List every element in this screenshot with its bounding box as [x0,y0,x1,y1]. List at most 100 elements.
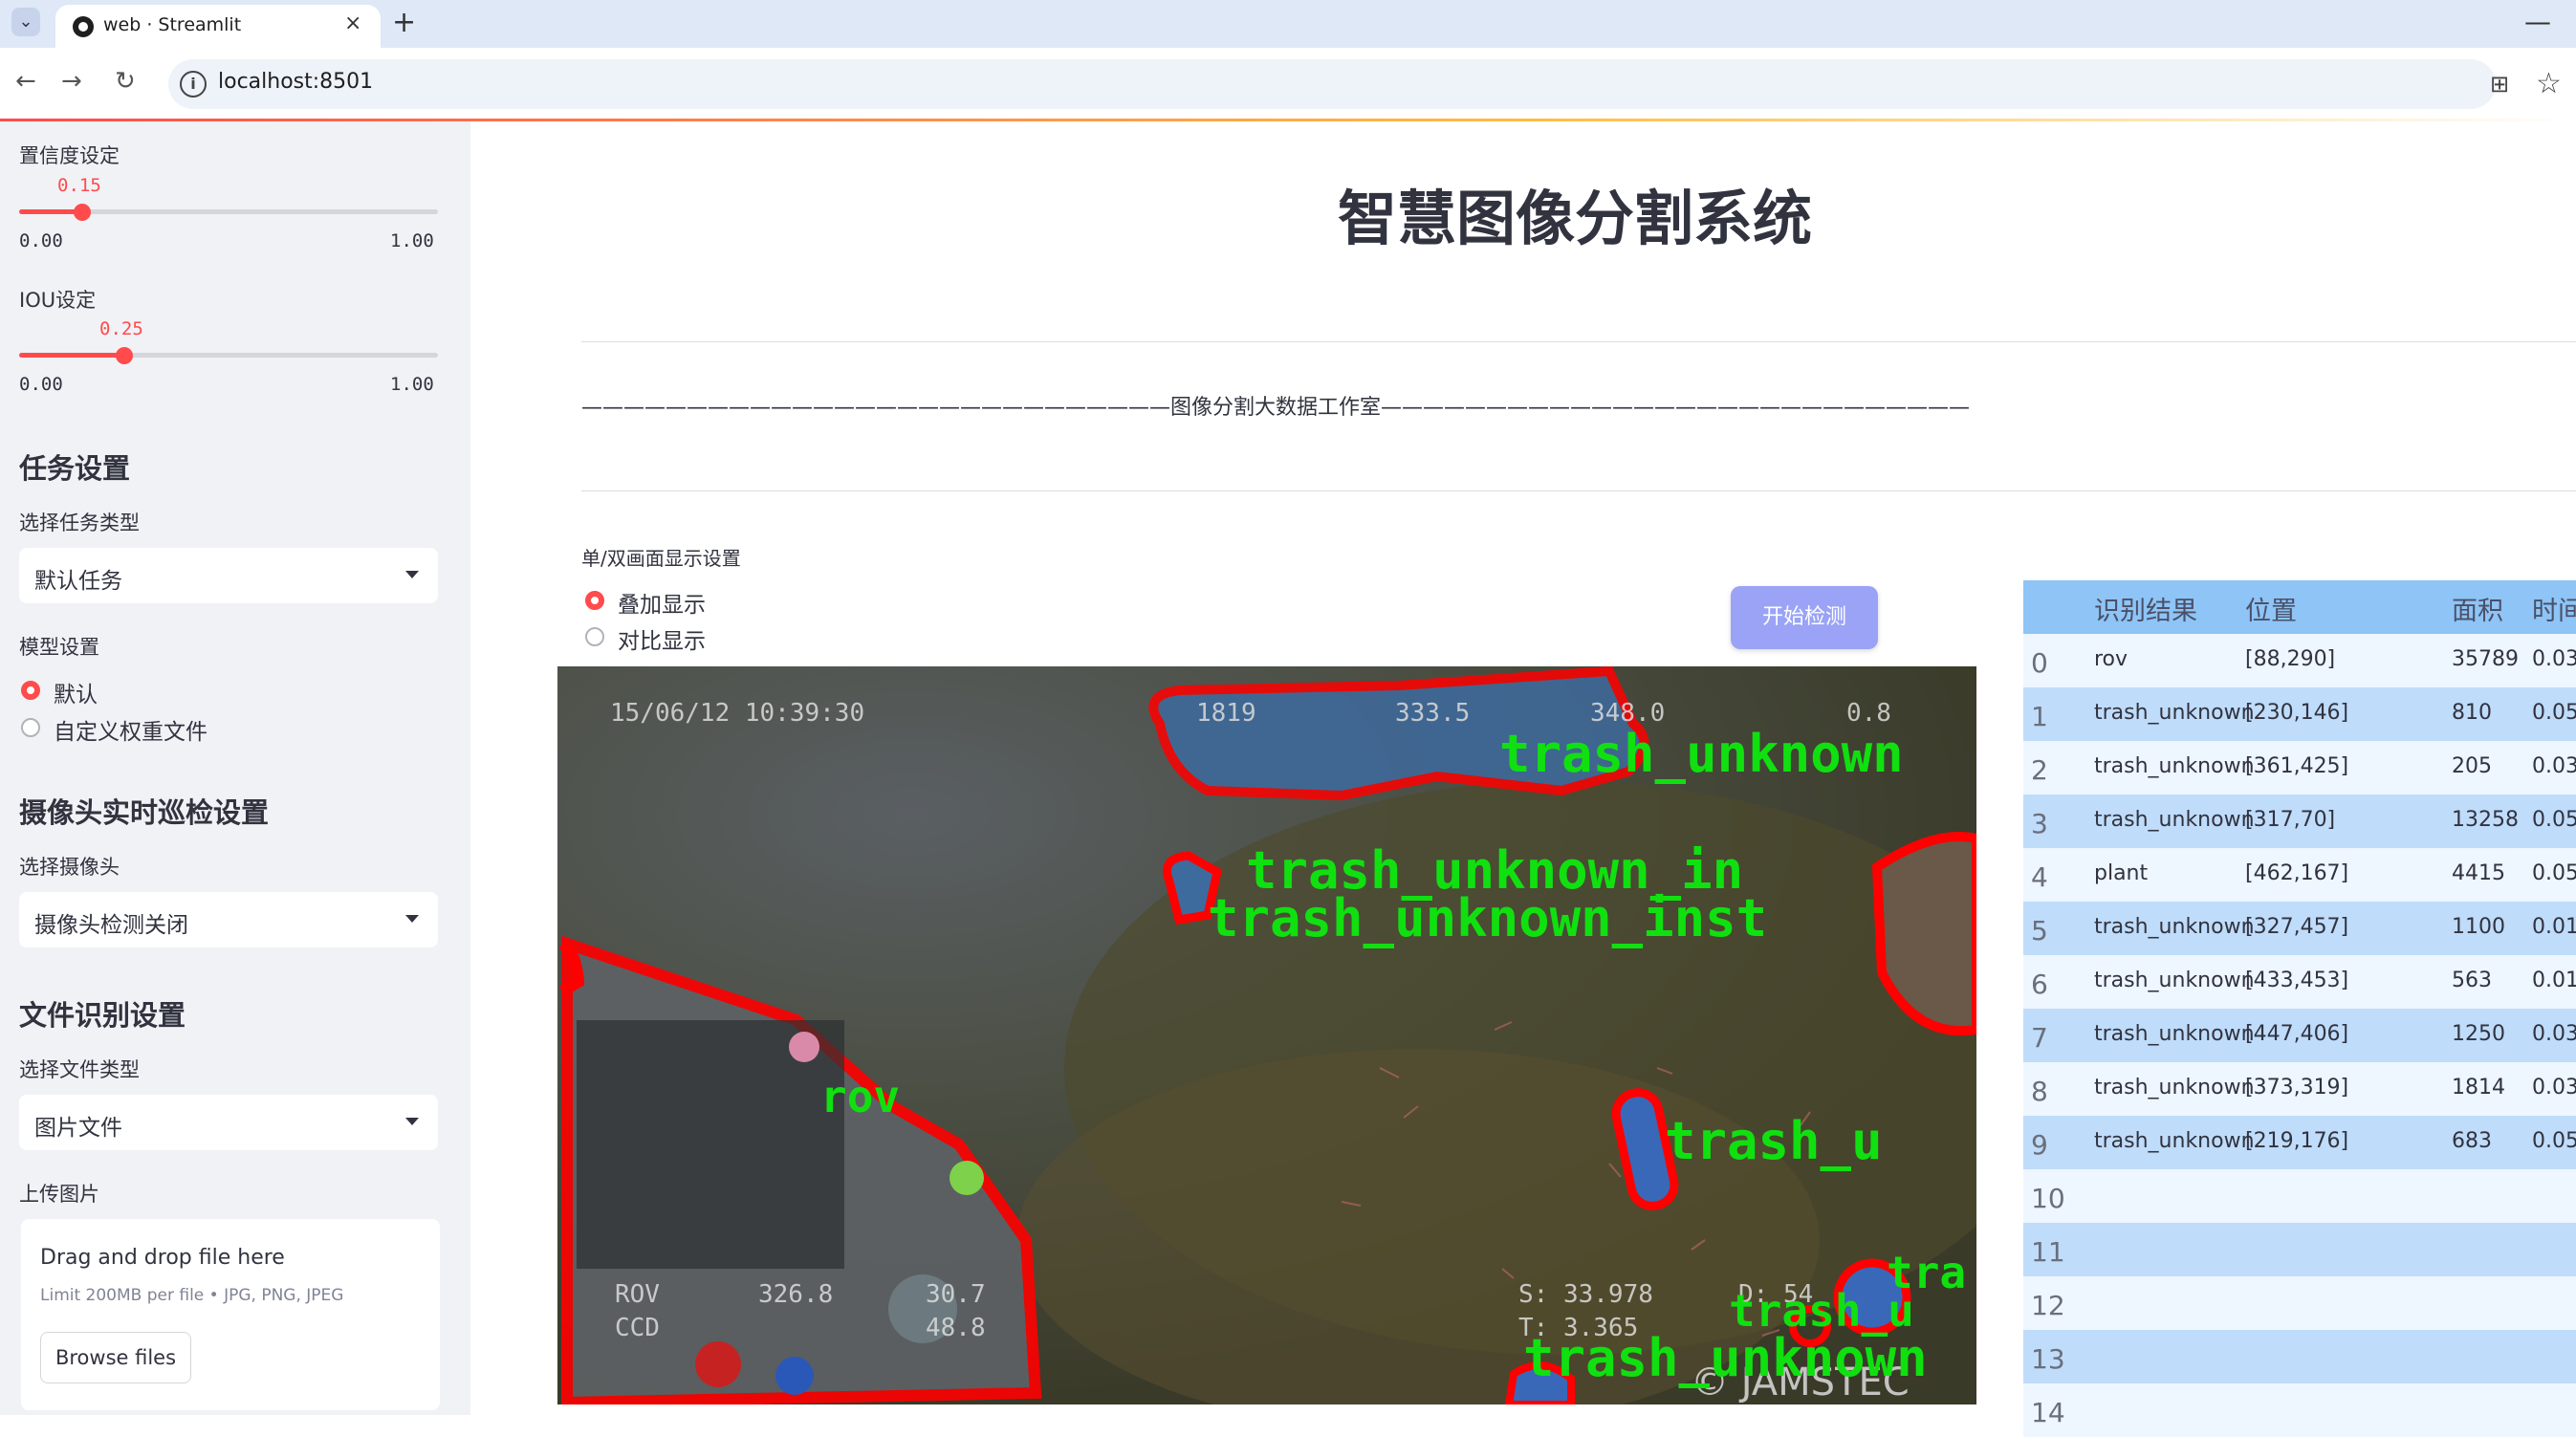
bookmark-star-icon[interactable]: ☆ [2536,67,2562,100]
conf-min: 0.00 [19,230,63,251]
cell-time: 0.05 [2532,1129,2576,1153]
osd-v2: 30.7 [926,1280,986,1309]
row-index: 12 [2031,1290,2065,1321]
col-time-header[interactable]: 时间 [2532,590,2576,627]
file-type-select[interactable]: 图片文件 [19,1095,438,1150]
cell-area: 1100 [2452,915,2505,939]
cell-time: 0.03 [2532,647,2576,671]
osd-depth: 1819 [1196,699,1256,728]
cell-area: 35789 [2452,647,2519,671]
model-default-radio[interactable] [21,681,40,700]
table-row[interactable]: 13 [2023,1330,2576,1383]
back-icon[interactable]: ← [15,67,36,96]
browse-files-button[interactable]: Browse files [40,1332,191,1383]
reload-icon[interactable]: ↻ [115,67,136,96]
site-info-icon[interactable]: i [180,71,207,98]
cell-label: rov [2094,647,2128,671]
table-row[interactable]: 7 trash_unknown [447,406] 1250 0.03 [2023,1009,2576,1062]
cell-position: [88,290] [2245,647,2336,671]
table-row[interactable]: 8 trash_unknown [373,319] 1814 0.03 [2023,1062,2576,1116]
new-tab-icon[interactable]: + [392,6,416,39]
overlay-radio[interactable] [585,591,604,610]
row-index: 0 [2031,647,2048,679]
conf-slider-thumb[interactable] [73,204,91,221]
camera-select[interactable]: 摄像头检测关闭 [19,892,438,947]
conf-slider-fill [19,209,82,214]
cell-position: [317,70] [2245,808,2336,832]
dropzone-title: Drag and drop file here [40,1246,285,1270]
file-header: 文件识别设置 [19,999,186,1032]
seg-label: trash_unknown_inst [1208,888,1767,948]
table-row[interactable]: 11 [2023,1223,2576,1276]
tab-search-icon[interactable]: ⌄ [11,8,40,36]
model-custom-radio[interactable] [21,718,40,737]
tab-title: web · Streamlit [103,14,242,35]
table-row[interactable]: 10 [2023,1169,2576,1223]
row-index: 11 [2031,1236,2065,1268]
row-index: 10 [2031,1183,2065,1214]
browser-tab[interactable]: web · Streamlit × [55,5,381,48]
cell-area: 4415 [2452,861,2505,885]
iou-label: IOU设定 [19,289,97,312]
cell-position: [230,146] [2245,701,2349,725]
iou-slider-thumb[interactable] [115,347,133,364]
table-row[interactable]: 5 trash_unknown [327,457] 1100 0.01 [2023,902,2576,955]
table-row[interactable]: 12 [2023,1276,2576,1330]
col-area-header[interactable]: 面积 [2452,590,2503,627]
overlay-label[interactable]: 叠加显示 [618,586,706,619]
table-row[interactable]: 2 trash_unknown [361,425] 205 0.03 [2023,741,2576,795]
file-type-value: 图片文件 [34,1116,122,1141]
chevron-down-icon [405,1118,419,1125]
task-header: 任务设置 [19,452,131,485]
compare-label[interactable]: 对比显示 [618,622,706,655]
start-detect-button[interactable]: 开始检测 [1731,586,1878,649]
table-row[interactable]: 0 rov [88,290] 35789 0.03 [2023,634,2576,687]
cell-position: [433,453] [2245,969,2349,992]
seg-label: trash_u [1665,1111,1883,1171]
minimize-icon[interactable]: — [2524,6,2551,37]
browser-toolbar: ← → ↻ i localhost:8501 ⊞ ☆ [0,48,2576,120]
camera-value: 摄像头检测关闭 [34,913,188,938]
tab-close-icon[interactable]: × [344,11,361,35]
table-row[interactable]: 6 trash_unknown [433,453] 563 0.01 [2023,955,2576,1009]
conf-value: 0.15 [57,175,101,196]
conf-label: 置信度设定 [19,144,120,167]
row-index: 4 [2031,861,2048,893]
dropzone-limit: Limit 200MB per file • JPG, PNG, JPEG [40,1286,344,1305]
row-index: 8 [2031,1076,2048,1107]
task-type-select[interactable]: 默认任务 [19,548,438,603]
seg-label: rov [820,1071,900,1122]
camera-label: 选择摄像头 [19,856,120,879]
table-row[interactable]: 4 plant [462,167] 4415 0.05 [2023,848,2576,902]
translate-icon[interactable]: ⊞ [2490,71,2509,98]
display-mode-label: 单/双画面显示设置 [581,547,741,570]
table-row[interactable]: 14 [2023,1383,2576,1437]
col-label-header[interactable]: 识别结果 [2094,590,2197,627]
col-pos-header[interactable]: 位置 [2245,590,2297,627]
file-type-label: 选择文件类型 [19,1058,140,1081]
osd-v1: 326.8 [758,1280,833,1309]
chevron-down-icon [405,571,419,578]
iou-min: 0.00 [19,374,63,395]
url-text[interactable]: localhost:8501 [218,70,373,94]
row-index: 7 [2031,1022,2048,1054]
divider-bottom [581,490,2576,491]
browser-tab-bar: ⌄ web · Streamlit × + — [0,0,2576,48]
forward-icon[interactable]: → [61,67,82,96]
model-custom-label[interactable]: 自定义权重文件 [54,713,207,746]
upload-label: 上传图片 [19,1183,99,1206]
file-dropzone[interactable]: Drag and drop file here Limit 200MB per … [21,1219,440,1410]
row-index: 2 [2031,754,2048,786]
compare-radio[interactable] [585,627,604,646]
osd-rov: ROV [615,1280,660,1309]
table-row[interactable]: 3 trash_unknown [317,70] 13258 0.05 [2023,795,2576,848]
table-row[interactable]: 1 trash_unknown [230,146] 810 0.05 [2023,687,2576,741]
model-default-label[interactable]: 默认 [54,676,98,708]
task-type-value: 默认任务 [34,569,122,594]
cell-label: trash_unknown [2094,1076,2255,1100]
studio-divider: ————————————————————————————图像分割大数据工作室——… [581,396,1971,420]
streamlit-favicon-icon [73,16,94,37]
address-bar[interactable]: i localhost:8501 [168,59,2496,109]
seg-label: trash_unknown [1499,724,1904,784]
table-row[interactable]: 9 trash_unknown [219,176] 683 0.05 [2023,1116,2576,1169]
